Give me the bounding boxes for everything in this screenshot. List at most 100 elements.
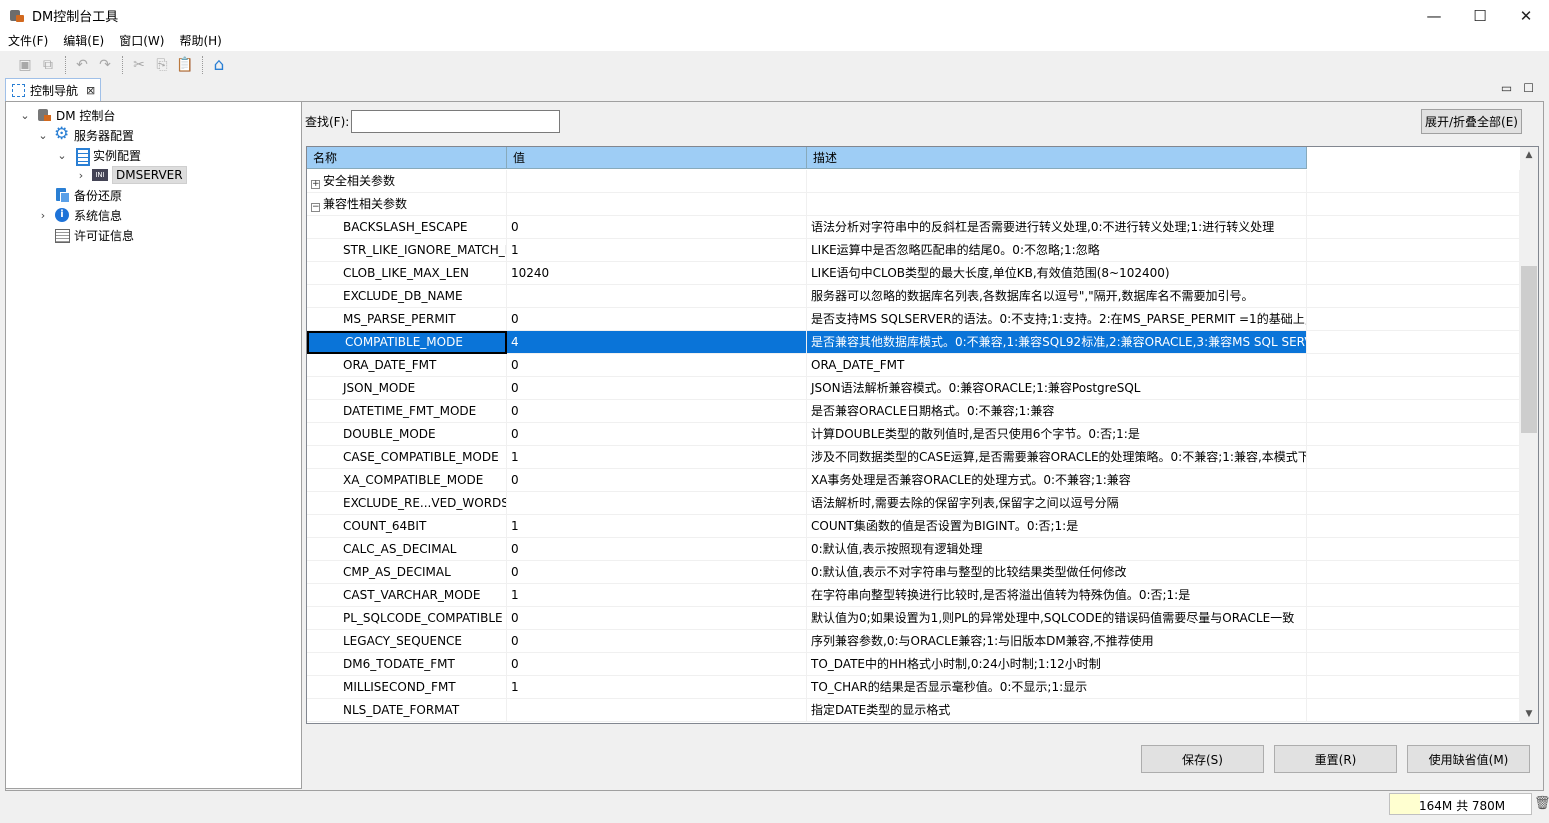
save-icon[interactable]: ▣ [15,55,35,75]
table-row[interactable]: JSON_MODE 0 JSON语法解析兼容模式。0:兼容ORACLE;1:兼容Po… [307,377,1520,400]
param-extra-cell[interactable] [1307,699,1520,722]
param-value-cell[interactable]: 0 [507,423,807,446]
table-row[interactable]: LEGACY_SEQUENCE 0 序列兼容参数,0:与ORACLE兼容;1:与旧版… [307,630,1520,653]
param-value-cell[interactable]: 10240 [507,262,807,285]
expand-icon[interactable]: + [311,180,320,189]
param-name-cell[interactable]: CASE_COMPATIBLE_MODE [307,446,507,469]
home-icon[interactable]: ⌂ [209,55,229,75]
table-row[interactable]: DATETIME_FMT_MODE 0 是否兼容ORACLE日期格式。0:不兼容;1… [307,400,1520,423]
param-value-cell[interactable]: 0 [507,653,807,676]
param-value-cell[interactable]: 0 [507,630,807,653]
table-row[interactable]: COUNT_64BIT 1 COUNT集函数的值是否设置为BIGINT。0:否;1:… [307,515,1520,538]
param-name-cell[interactable]: CLOB_LIKE_MAX_LEN [307,262,507,285]
category-name[interactable]: − 兼容性相关参数 [307,193,507,216]
param-value-cell[interactable]: 0 [507,400,807,423]
vertical-scrollbar[interactable]: ▲ ▼ [1520,147,1538,723]
param-desc-cell[interactable]: LIKE语句中CLOB类型的最大长度,单位KB,有效值范围(8~102400) [807,262,1307,285]
expand-collapse-all-button[interactable]: 展开/折叠全部(E) [1421,109,1522,134]
scroll-up-icon[interactable]: ▲ [1520,147,1538,164]
scroll-down-icon[interactable]: ▼ [1520,706,1538,723]
param-extra-cell[interactable] [1307,308,1520,331]
param-value-cell[interactable]: 1 [507,239,807,262]
param-desc-cell[interactable]: JSON语法解析兼容模式。0:兼容ORACLE;1:兼容PostgreSQL [807,377,1307,400]
param-desc-cell[interactable]: 0:默认值,表示按照现有逻辑处理 [807,538,1307,561]
param-desc-cell[interactable]: 在字符串向整型转换进行比较时,是否将溢出值转为特殊伪值。0:否;1:是 [807,584,1307,607]
table-row[interactable]: COMPATIBLE_MODE 4 是否兼容其他数据库模式。0:不兼容,1:兼容SQ… [307,331,1520,354]
table-row[interactable]: EXCLUDE_DB_NAME 服务器可以忽略的数据库名列表,各数据库名以逗号",… [307,285,1520,308]
paste-icon[interactable]: 📋 [175,55,195,75]
param-name-cell[interactable]: MILLISECOND_FMT [307,676,507,699]
param-desc-cell[interactable]: 默认值为0;如果设置为1,则PL的异常处理中,SQLCODE的错误码值需要尽量与… [807,607,1307,630]
param-value-cell[interactable]: 0 [507,538,807,561]
param-name-cell[interactable]: JSON_MODE [307,377,507,400]
param-value-cell[interactable]: 4 [507,331,807,354]
param-name-cell[interactable]: ORA_DATE_FMT [307,354,507,377]
param-desc-cell[interactable]: XA事务处理是否兼容ORACLE的处理方式。0:不兼容;1:兼容 [807,469,1307,492]
param-value-cell[interactable]: 1 [507,515,807,538]
param-name-cell[interactable]: PL_SQLCODE_COMPATIBLE [307,607,507,630]
table-row[interactable]: MS_PARSE_PERMIT 0 是否支持MS SQLSERVER的语法。0:不支… [307,308,1520,331]
param-extra-cell[interactable] [1307,285,1520,308]
expand-toggle-icon[interactable]: › [74,169,88,182]
copy-icon[interactable]: ⎘ [152,55,172,75]
close-tab-icon[interactable]: ⊠ [86,84,95,97]
table-row[interactable]: NLS_DATE_FORMAT 指定DATE类型的显示格式 [307,699,1520,722]
menu-edit[interactable]: 编辑(E) [55,31,111,51]
param-value-cell[interactable]: 0 [507,561,807,584]
param-value-cell[interactable]: 0 [507,308,807,331]
param-name-cell[interactable]: MS_PARSE_PERMIT [307,308,507,331]
category-row[interactable]: − 兼容性相关参数 [307,193,1520,216]
table-row[interactable]: CLOB_LIKE_MAX_LEN 10240 LIKE语句中CLOB类型的最大长度… [307,262,1520,285]
param-value-cell[interactable] [507,285,807,308]
tree-node-server-config[interactable]: ⌄ 服务器配置 [36,124,134,145]
param-desc-cell[interactable]: ORA_DATE_FMT [807,354,1307,377]
expand-toggle-icon[interactable]: ⌄ [18,109,32,122]
param-extra-cell[interactable] [1307,423,1520,446]
minimize-button[interactable]: — [1411,0,1457,31]
param-extra-cell[interactable] [1307,331,1520,354]
param-desc-cell[interactable]: 语法分析对字符串中的反斜杠是否需要进行转义处理,0:不进行转义处理;1:进行转义… [807,216,1307,239]
param-name-cell[interactable]: CMP_AS_DECIMAL [307,561,507,584]
save-all-icon[interactable]: ⧉ [38,55,58,75]
table-row[interactable]: CAST_VARCHAR_MODE 1 在字符串向整型转换进行比较时,是否将溢出值转… [307,584,1520,607]
param-desc-cell[interactable]: 序列兼容参数,0:与ORACLE兼容;1:与旧版本DM兼容,不推荐使用 [807,630,1307,653]
param-value-cell[interactable]: 0 [507,469,807,492]
menu-help[interactable]: 帮助(H) [171,31,228,51]
tab-control-navigation[interactable]: 控制导航 ⊠ [5,78,101,101]
category-extra[interactable] [1307,170,1520,193]
category-row[interactable]: + 安全相关参数 [307,170,1520,193]
tree-node-instance-config[interactable]: ⌄ 实例配置 [55,145,141,166]
param-desc-cell[interactable]: 计算DOUBLE类型的散列值时,是否只使用6个字节。0:否;1:是 [807,423,1307,446]
header-value[interactable]: 值 [507,147,807,169]
param-value-cell[interactable]: 1 [507,676,807,699]
reset-button[interactable]: 重置(R) [1274,745,1397,773]
param-name-cell[interactable]: DOUBLE_MODE [307,423,507,446]
param-extra-cell[interactable] [1307,653,1520,676]
category-value[interactable] [507,193,807,216]
table-row[interactable]: CMP_AS_DECIMAL 0 0:默认值,表示不对字符串与整型的比较结果类型做任… [307,561,1520,584]
maximize-button[interactable]: ☐ [1457,0,1503,31]
table-row[interactable]: BACKSLASH_ESCAPE 0 语法分析对字符串中的反斜杠是否需要进行转义处理… [307,216,1520,239]
param-extra-cell[interactable] [1307,469,1520,492]
param-name-cell[interactable]: LEGACY_SEQUENCE [307,630,507,653]
param-desc-cell[interactable]: 0:默认值,表示不对字符串与整型的比较结果类型做任何修改 [807,561,1307,584]
param-value-cell[interactable]: 0 [507,607,807,630]
param-value-cell[interactable] [507,699,807,722]
param-extra-cell[interactable] [1307,239,1520,262]
header-description[interactable]: 描述 [807,147,1307,169]
category-extra[interactable] [1307,193,1520,216]
table-row[interactable]: ORA_DATE_FMT 0 ORA_DATE_FMT [307,354,1520,377]
category-name[interactable]: + 安全相关参数 [307,170,507,193]
table-row[interactable]: CASE_COMPATIBLE_MODE 1 涉及不同数据类型的CASE运算,是否需… [307,446,1520,469]
param-extra-cell[interactable] [1307,400,1520,423]
save-button[interactable]: 保存(S) [1141,745,1264,773]
tree-node-backup[interactable]: 备份还原 [36,185,122,205]
param-value-cell[interactable]: 0 [507,354,807,377]
param-desc-cell[interactable]: LIKE运算中是否忽略匹配串的结尾0。0:不忽略;1:忽略 [807,239,1307,262]
table-row[interactable]: XA_COMPATIBLE_MODE 0 XA事务处理是否兼容ORACLE的处理方式… [307,469,1520,492]
expand-toggle-icon[interactable]: ⌄ [36,129,50,142]
param-value-cell[interactable]: 0 [507,377,807,400]
param-extra-cell[interactable] [1307,262,1520,285]
param-extra-cell[interactable] [1307,561,1520,584]
table-row[interactable]: STR_LIKE_IGNORE_MATCH_E 1 LIKE运算中是否忽略匹配串的结… [307,239,1520,262]
